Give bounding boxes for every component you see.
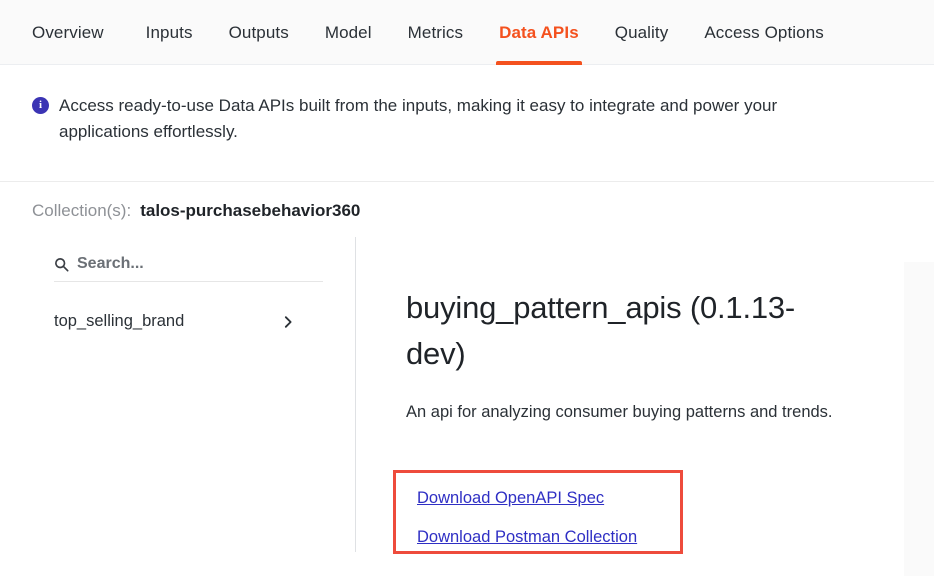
collection-row: Collection(s): talos-purchasebehavior360 [0,182,934,237]
api-title: buying_pattern_apis (0.1.13-dev) [406,290,796,371]
api-detail-pane: buying_pattern_apis (0.1.13-dev) An api … [356,237,934,554]
tab-quality[interactable]: Quality [597,0,687,65]
tab-overview[interactable]: Overview [32,0,122,65]
tab-label: Metrics [407,22,464,42]
tab-label: Quality [614,22,669,42]
tab-metrics[interactable]: Metrics [390,0,481,65]
list-item-top-selling-brand[interactable]: top_selling_brand [54,306,331,337]
search-bar[interactable] [54,255,323,282]
download-postman-collection-link[interactable]: Download Postman Collection [417,528,637,547]
tab-data-apis[interactable]: Data APIs [481,0,597,65]
tab-model[interactable]: Model [307,0,390,65]
api-browser: top_selling_brand buying_pattern_apis (0… [0,237,934,554]
tab-inputs[interactable]: Inputs [128,0,211,65]
download-links-highlight: Download OpenAPI Spec Download Postman C… [393,470,683,554]
search-icon [55,257,69,272]
tab-label: Inputs [145,22,193,42]
tab-label: Overview [32,22,104,42]
api-sidebar: top_selling_brand [0,237,356,552]
tab-label: Model [324,22,372,42]
info-icon: i [32,97,49,114]
collection-label: Collection(s): [32,201,132,220]
right-side-panel [904,262,934,576]
api-description: An api for analyzing consumer buying pat… [406,402,833,421]
tab-access-options[interactable]: Access Options [686,0,842,65]
list-item-label: top_selling_brand [54,312,185,330]
collection-value: talos-purchasebehavior360 [140,201,361,220]
tab-outputs[interactable]: Outputs [211,0,307,65]
tab-label: Access Options [704,22,824,42]
tab-bar: Overview Inputs Outputs Model Metrics Da… [0,0,934,65]
download-openapi-spec-link[interactable]: Download OpenAPI Spec [417,489,604,508]
api-list: top_selling_brand [54,306,331,337]
tab-label: Data APIs [499,22,579,42]
chevron-right-icon [284,315,292,328]
info-banner-text: Access ready-to-use Data APIs built from… [59,96,778,142]
info-banner: i Access ready-to-use Data APIs built fr… [0,65,934,182]
tab-label: Outputs [228,22,289,42]
search-input[interactable] [77,255,323,273]
